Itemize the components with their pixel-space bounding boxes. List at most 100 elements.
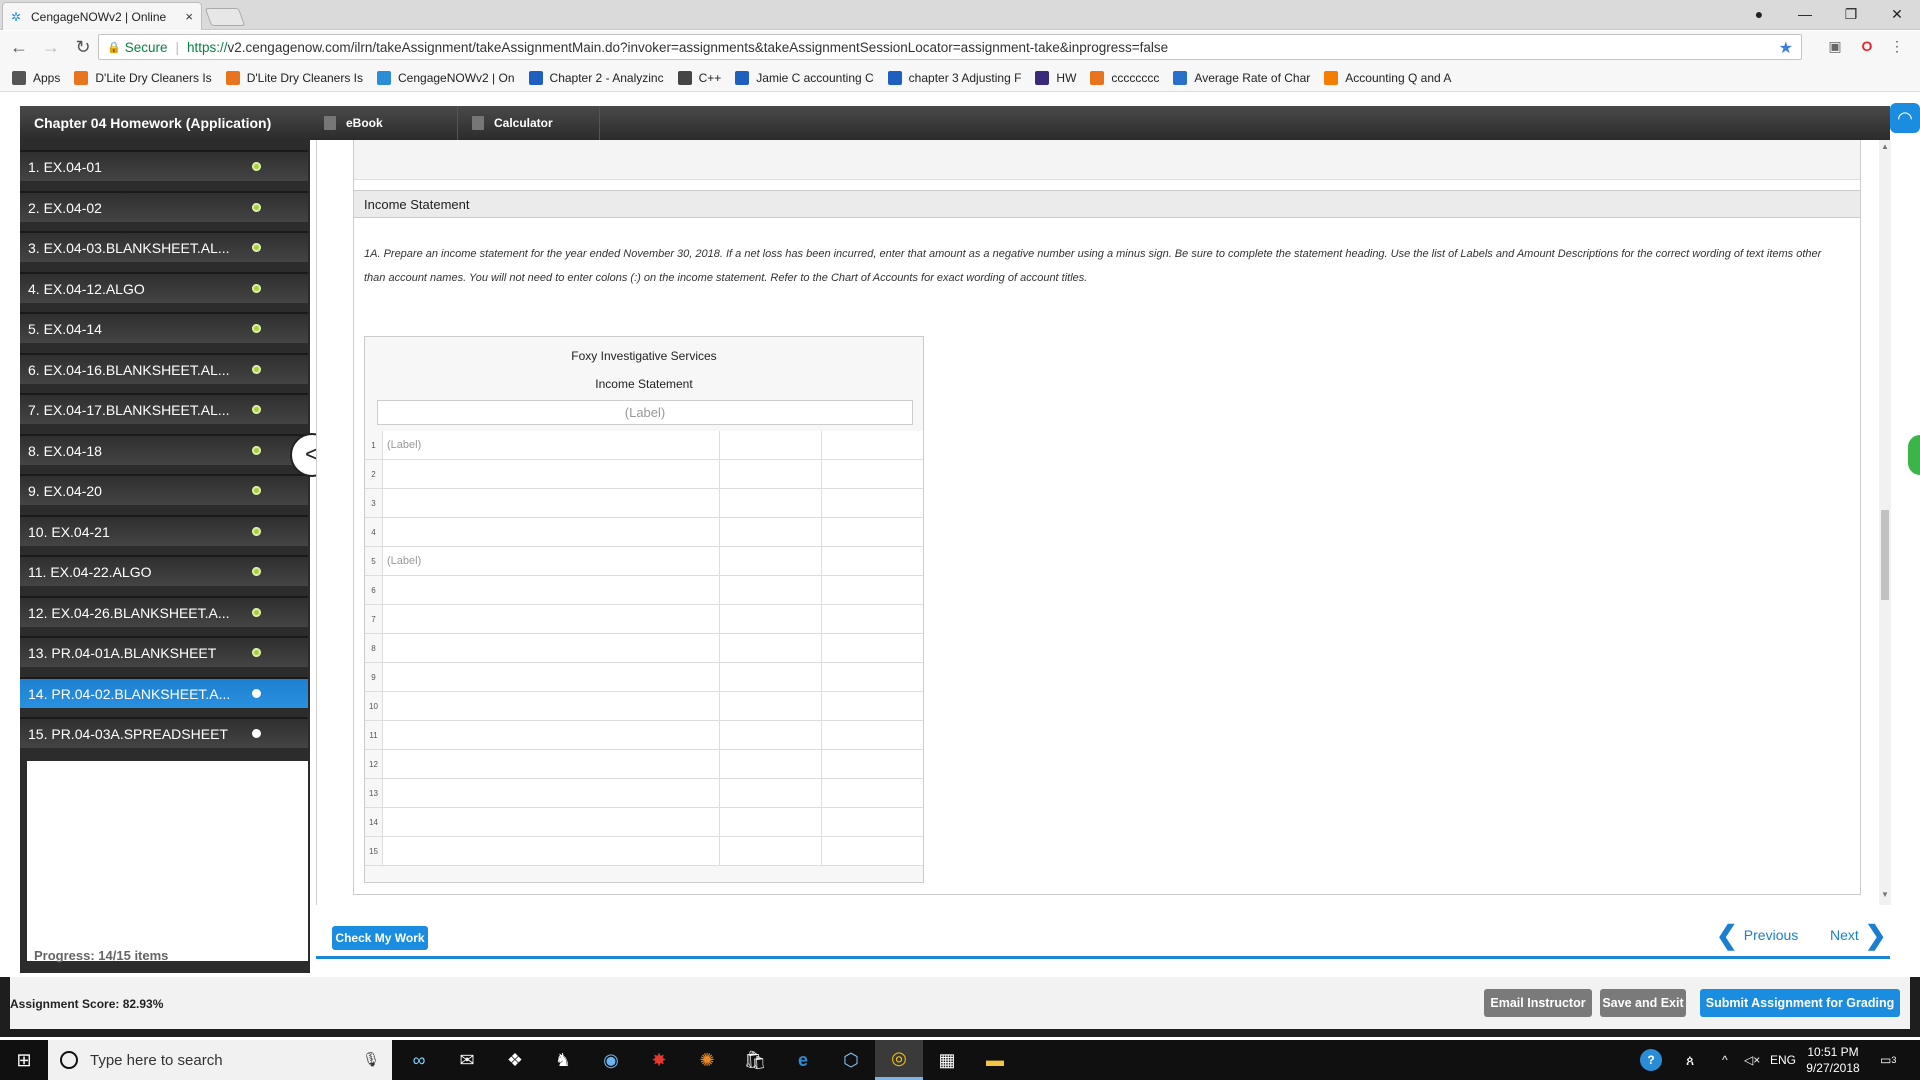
bookmark-item[interactable]: cccccccc — [1090, 70, 1159, 85]
forward-icon[interactable]: → — [38, 35, 64, 61]
volume-muted-icon[interactable]: ◁× — [1744, 1040, 1760, 1080]
amount-cell-1[interactable] — [720, 547, 822, 575]
file-explorer-icon[interactable]: ▬ — [971, 1040, 1019, 1080]
chrome-icon[interactable]: ◎ — [875, 1040, 923, 1080]
amount-cell-2[interactable] — [822, 808, 923, 836]
language-indicator[interactable]: ENG — [1770, 1040, 1796, 1080]
next-button[interactable]: Next ❯ — [1830, 922, 1893, 948]
back-icon[interactable]: ← — [6, 35, 32, 61]
amount-cell-2[interactable] — [822, 605, 923, 633]
amount-cell-2[interactable] — [822, 518, 923, 546]
bookmark-item[interactable]: HW — [1035, 70, 1076, 85]
dropbox-icon[interactable]: ❖ — [491, 1040, 539, 1080]
reload-icon[interactable]: ↻ — [70, 35, 96, 61]
account-label-cell[interactable] — [383, 634, 720, 662]
amount-cell-2[interactable] — [822, 460, 923, 488]
task-view-icon[interactable]: ∞ — [395, 1040, 443, 1080]
question-item[interactable]: 12. EX.04-26.BLANKSHEET.A... — [20, 592, 310, 633]
content-scrollbar[interactable]: ▲ ▼ — [1879, 140, 1891, 905]
question-item[interactable]: 13. PR.04-01A.BLANKSHEET — [20, 632, 310, 673]
browser-tab[interactable]: ✲ CengageNOWv2 | Online × — [2, 2, 202, 30]
bookmark-item[interactable]: C++ — [677, 70, 721, 85]
amount-cell-1[interactable] — [720, 663, 822, 691]
question-item[interactable]: 11. EX.04-22.ALGO — [20, 551, 310, 592]
people-icon[interactable]: ጰ — [1686, 1040, 1694, 1080]
scroll-up-icon[interactable]: ▲ — [1879, 142, 1891, 154]
amount-cell-2[interactable] — [822, 634, 923, 662]
mail-icon[interactable]: ✉ — [443, 1040, 491, 1080]
amount-cell-1[interactable] — [720, 489, 822, 517]
submit-assignment-button[interactable]: Submit Assignment for Grading — [1700, 989, 1900, 1017]
scroll-down-icon[interactable]: ▼ — [1879, 890, 1891, 902]
amount-cell-1[interactable] — [720, 779, 822, 807]
amount-cell-2[interactable] — [822, 663, 923, 691]
close-window-icon[interactable]: ✕ — [1874, 0, 1920, 28]
bookmark-item[interactable]: Accounting Q and A — [1324, 70, 1451, 85]
tray-chevron-icon[interactable]: ^ — [1722, 1040, 1728, 1080]
account-label-cell[interactable] — [383, 576, 720, 604]
tab-close-icon[interactable]: × — [185, 9, 193, 24]
amount-cell-1[interactable] — [720, 808, 822, 836]
question-item[interactable]: 5. EX.04-14 — [20, 308, 310, 349]
bookmark-item[interactable]: D'Lite Dry Cleaners Is — [225, 70, 363, 85]
amount-cell-2[interactable] — [822, 750, 923, 778]
red-app-icon[interactable]: ✸ — [635, 1040, 683, 1080]
notifications-icon[interactable]: ▭ 3 — [1880, 1040, 1896, 1080]
bookmark-star-icon[interactable]: ★ — [1779, 38, 1793, 58]
account-label-cell[interactable] — [383, 460, 720, 488]
question-item[interactable]: 15. PR.04-03A.SPREADSHEET — [20, 713, 310, 754]
calculator-button[interactable]: Calculator — [458, 106, 600, 140]
taskbar-search[interactable]: Type here to search 🎙 — [48, 1040, 392, 1080]
edge-icon[interactable]: e — [779, 1040, 827, 1080]
amount-cell-1[interactable] — [720, 431, 822, 459]
extension-camera-icon[interactable]: ▣ — [1824, 35, 1846, 57]
account-label-cell[interactable] — [383, 518, 720, 546]
amount-cell-2[interactable] — [822, 779, 923, 807]
amount-cell-2[interactable] — [822, 576, 923, 604]
question-item[interactable]: 8. EX.04-18 — [20, 430, 310, 471]
browser-menu-icon[interactable]: ⋮ — [1886, 35, 1908, 57]
account-label-cell[interactable] — [383, 779, 720, 807]
question-item[interactable]: 7. EX.04-17.BLANKSHEET.AL... — [20, 389, 310, 430]
new-tab-button[interactable] — [204, 8, 246, 26]
question-item[interactable]: 10. EX.04-21 — [20, 511, 310, 552]
taskbar-clock[interactable]: 10:51 PM 9/27/2018 — [1798, 1044, 1868, 1076]
question-item[interactable]: 1. EX.04-01 — [20, 146, 310, 187]
check-my-work-button[interactable]: Check My Work — [332, 926, 428, 950]
account-label-cell[interactable] — [383, 692, 720, 720]
ebook-button[interactable]: eBook — [310, 106, 458, 140]
amount-cell-1[interactable] — [720, 605, 822, 633]
question-item[interactable]: 14. PR.04-02.BLANKSHEET.A... — [20, 673, 310, 714]
account-label-cell[interactable]: (Label) — [383, 547, 720, 575]
help-tray-icon[interactable]: ? — [1640, 1040, 1662, 1080]
amount-cell-1[interactable] — [720, 576, 822, 604]
save-and-exit-button[interactable]: Save and Exit — [1600, 989, 1686, 1017]
amount-cell-1[interactable] — [720, 460, 822, 488]
bookmark-item[interactable]: Jamie C accounting C — [735, 70, 874, 85]
bookmark-item[interactable]: Chapter 2 - Analyzinc — [528, 70, 664, 85]
store-icon[interactable]: 🛍 — [731, 1040, 779, 1080]
bookmark-item[interactable]: D'Lite Dry Cleaners Is — [74, 70, 212, 85]
amount-cell-2[interactable] — [822, 431, 923, 459]
calculator-app-icon[interactable]: ▦ — [923, 1040, 971, 1080]
question-item[interactable]: 3. EX.04-03.BLANKSHEET.AL... — [20, 227, 310, 268]
profile-icon[interactable]: ● — [1736, 0, 1782, 28]
amount-cell-2[interactable] — [822, 692, 923, 720]
amount-cell-2[interactable] — [822, 547, 923, 575]
bookmark-item[interactable]: Average Rate of Char — [1173, 70, 1310, 85]
orange-app-icon[interactable]: ✺ — [683, 1040, 731, 1080]
microphone-icon[interactable]: 🎙 — [362, 1051, 380, 1068]
amount-cell-2[interactable] — [822, 837, 923, 865]
account-label-cell[interactable] — [383, 721, 720, 749]
account-label-cell[interactable] — [383, 837, 720, 865]
amount-cell-1[interactable] — [720, 837, 822, 865]
help-headset-icon[interactable]: ◠ — [1890, 103, 1920, 133]
game-icon[interactable]: ♞ — [539, 1040, 587, 1080]
account-label-cell[interactable] — [383, 489, 720, 517]
amount-cell-2[interactable] — [822, 721, 923, 749]
question-item[interactable]: 4. EX.04-12.ALGO — [20, 268, 310, 309]
amount-cell-1[interactable] — [720, 692, 822, 720]
restore-icon[interactable]: ❐ — [1828, 0, 1874, 28]
statement-heading-dropdown[interactable]: (Label) — [377, 400, 913, 425]
account-label-cell[interactable] — [383, 750, 720, 778]
